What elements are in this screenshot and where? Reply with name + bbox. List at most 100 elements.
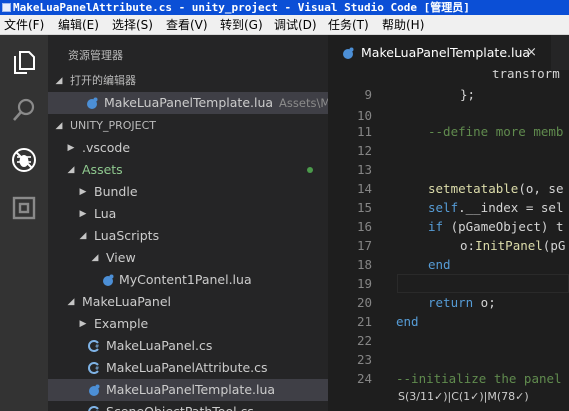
tree-item-label: Bundle	[94, 184, 138, 199]
lua-file-icon	[343, 47, 354, 59]
code-line-24: --initialize the panel	[396, 371, 562, 386]
menu-help[interactable]: 帮助(H)	[382, 15, 424, 35]
debug-icon	[12, 148, 36, 172]
line-number: 22	[356, 333, 372, 348]
explorer-sidebar: 资源管理器 ◢ 打开的编辑器 MakeLuaPanelTemplate.lua A…	[48, 35, 328, 411]
tree-item-sceneobjectpathtool[interactable]: # SceneObjectPathTool.cs	[48, 401, 328, 411]
project-header[interactable]: ◢ UNITY_PROJECT	[48, 115, 328, 137]
csharp-file-icon: #	[88, 406, 99, 411]
tab-label: MakeLuaPanelTemplate.lua	[361, 45, 531, 60]
explorer-button[interactable]	[0, 39, 48, 83]
menu-edit[interactable]: 编辑(E)	[58, 15, 99, 35]
tree-item-label: LuaScripts	[94, 228, 160, 243]
line-number: 11	[356, 124, 372, 139]
csharp-file-icon: #	[88, 340, 99, 352]
app-icon	[2, 3, 11, 12]
line-number: 17	[356, 238, 372, 253]
line-number: 19	[356, 276, 372, 291]
code-line-20: return o;	[428, 295, 496, 310]
extensions-button[interactable]	[0, 185, 48, 229]
code-line-9: };	[460, 87, 476, 102]
close-icon[interactable]: ×	[526, 35, 537, 70]
tree-item-label: View	[106, 250, 136, 265]
tree-item-mycontent1panel[interactable]: MyContent1Panel.lua	[48, 269, 328, 291]
tree-item-lua[interactable]: ▶ Lua	[48, 203, 328, 225]
window-titlebar: MakeLuaPanelAttribute.cs - unity_project…	[0, 0, 569, 15]
activity-bar	[0, 35, 48, 411]
tree-item-makeluapaneltemplate[interactable]: MakeLuaPanelTemplate.lua	[48, 379, 328, 401]
chevron-down-icon: ◢	[79, 231, 87, 241]
chevron-right-icon: ▶	[67, 143, 75, 153]
menu-tasks[interactable]: 任务(T)	[328, 15, 369, 35]
line-number: 20	[356, 295, 372, 310]
tree-item-label: MakeLuaPanelAttribute.cs	[106, 360, 268, 375]
tree-item-label: MakeLuaPanel	[82, 294, 171, 309]
tree-item-vscode[interactable]: ▶ .vscode	[48, 137, 328, 159]
modified-dot	[307, 167, 313, 173]
extensions-icon	[12, 196, 36, 220]
tree-item-label: MakeLuaPanelTemplate.lua	[106, 382, 276, 397]
status-indicator: S(3/11✓)|C(1✓)|M(78✓)	[398, 390, 529, 403]
open-editors-title: 打开的编辑器	[70, 74, 136, 87]
tree-item-label: SceneObjectPathTool.cs	[106, 401, 254, 411]
editor-tab-active[interactable]: MakeLuaPanelTemplate.lua ×	[328, 35, 551, 70]
code-line-8: transform	[492, 70, 560, 81]
open-editor-item[interactable]: MakeLuaPanelTemplate.luaAssets\M...	[48, 92, 328, 114]
lua-file-icon	[87, 97, 98, 109]
chevron-down-icon: ◢	[67, 297, 75, 307]
tree-item-view[interactable]: ◢ View	[48, 247, 328, 269]
tree-item-label: MyContent1Panel.lua	[119, 272, 252, 287]
tree-item-bundle[interactable]: ▶ Bundle	[48, 181, 328, 203]
chevron-right-icon: ▶	[79, 319, 87, 329]
tree-item-label: MakeLuaPanel.cs	[106, 338, 213, 353]
tree-item-makeluapanelattribute-cs[interactable]: # MakeLuaPanelAttribute.cs	[48, 357, 328, 379]
tree-item-assets[interactable]: ◢ Assets	[48, 159, 328, 181]
menu-goto[interactable]: 转到(G)	[220, 15, 263, 35]
window-title: MakeLuaPanelAttribute.cs - unity_project…	[13, 1, 470, 14]
line-number: 16	[356, 219, 372, 234]
tree-item-example[interactable]: ▶ Example	[48, 313, 328, 335]
code-editor[interactable]: 9 10 11 12 13 14 15 16 17 18 19 20 21 22…	[328, 70, 569, 411]
menu-debug[interactable]: 调试(D)	[274, 15, 317, 35]
menu-bar: 文件(F) 编辑(E) 选择(S) 查看(V) 转到(G) 调试(D) 任务(T…	[0, 15, 569, 35]
tree-item-luascripts[interactable]: ◢ LuaScripts	[48, 225, 328, 247]
open-editor-label: MakeLuaPanelTemplate.luaAssets\M...	[104, 92, 328, 114]
editor-tab-bar: MakeLuaPanelTemplate.lua ×	[328, 35, 569, 70]
tree-item-label: Example	[94, 316, 149, 331]
svg-text:#: #	[95, 366, 99, 372]
chevron-down-icon: ◢	[55, 121, 63, 131]
chevron-right-icon: ▶	[79, 209, 87, 219]
menu-file[interactable]: 文件(F)	[4, 15, 44, 35]
menu-selection[interactable]: 选择(S)	[112, 15, 153, 35]
line-number: 23	[356, 352, 372, 367]
code-line-15: self.__index = sel	[428, 200, 564, 215]
files-icon	[14, 51, 35, 74]
line-number: 9	[364, 87, 372, 102]
code-line-17: o:InitPanel(pG	[460, 238, 566, 253]
csharp-file-icon: #	[88, 362, 99, 374]
search-button[interactable]	[0, 87, 48, 131]
tree-item-label: Assets	[82, 162, 123, 177]
tree-item-label: .vscode	[82, 140, 131, 155]
tree-item-makeluapanel-cs[interactable]: # MakeLuaPanel.cs	[48, 335, 328, 357]
sidebar-title: 资源管理器	[68, 49, 123, 62]
code-line-18: end	[428, 257, 451, 272]
line-number: 21	[356, 314, 372, 329]
line-number: 18	[356, 257, 372, 272]
lua-file-icon	[89, 384, 100, 396]
line-number: 12	[356, 143, 372, 158]
chevron-down-icon: ◢	[67, 165, 75, 175]
debug-button[interactable]	[0, 137, 48, 181]
line-number: 13	[356, 162, 372, 177]
menu-view[interactable]: 查看(V)	[166, 15, 208, 35]
search-icon	[13, 98, 35, 121]
code-line-11: --define more memb	[428, 124, 564, 139]
svg-text:#: #	[95, 344, 99, 350]
line-number: 14	[356, 181, 372, 196]
tree-item-makeluapanel[interactable]: ◢ MakeLuaPanel	[48, 291, 328, 313]
code-line-21: end	[396, 314, 419, 329]
open-editors-header[interactable]: ◢ 打开的编辑器	[48, 70, 328, 92]
lua-file-icon	[103, 274, 114, 286]
project-title: UNITY_PROJECT	[70, 119, 156, 132]
code-line-16: if (pGameObject) t	[428, 219, 564, 234]
